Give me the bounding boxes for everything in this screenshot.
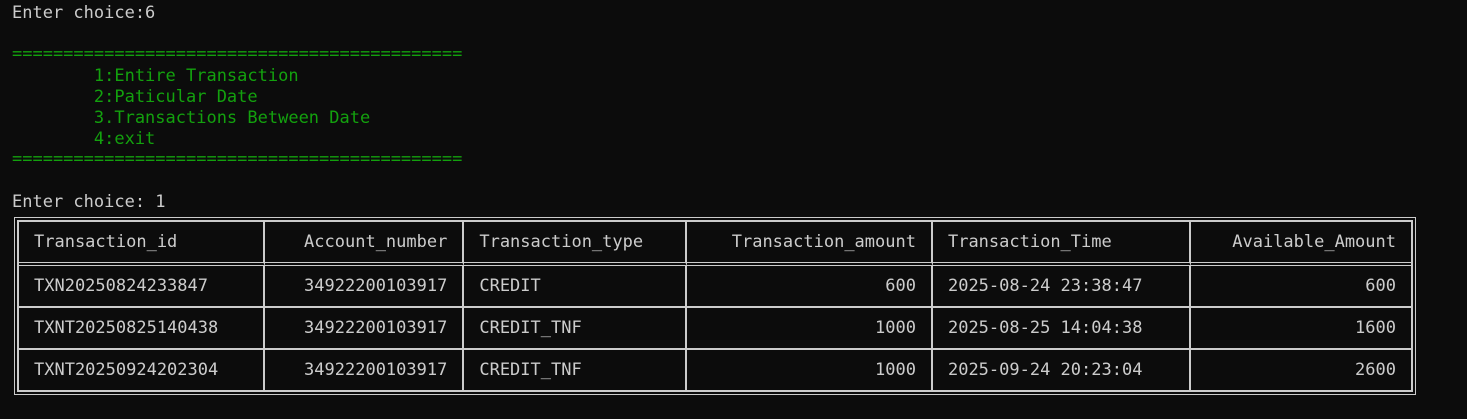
column-header: Transaction_type (464, 222, 688, 266)
table-header-row: Transaction_id Account_number Transactio… (19, 222, 1411, 266)
transaction-id-cell: TXNT20250825140438 (19, 308, 265, 350)
transaction-amount-cell: 1000 (687, 308, 933, 350)
transaction-amount-cell: 1000 (687, 350, 933, 390)
transaction-type-cell: CREDIT (464, 266, 688, 308)
column-header: Transaction_id (19, 222, 265, 266)
available-amount-cell: 2600 (1355, 360, 1396, 380)
transaction-type-cell: CREDIT_TNF (464, 308, 688, 350)
account-number-cell: 34922200103917 (264, 308, 465, 350)
transaction-id-cell: TXN20250824233847 (19, 266, 265, 308)
column-header: Available_Amount (1190, 222, 1411, 266)
table-row: TXN20250824233847 34922200103917 CREDIT … (19, 266, 1411, 308)
menu-separator-top: ========================================… (12, 44, 463, 64)
menu-item-particular-date: 2:Paticular Date (12, 87, 258, 107)
column-header: Account_number (264, 222, 465, 266)
account-number-cell: 34922200103917 (265, 350, 465, 390)
column-header: Transaction_amount (687, 222, 933, 266)
menu-item-entire-transaction: 1:Entire Transaction (12, 66, 299, 86)
menu-item-exit: 4:exit (12, 129, 156, 149)
available-amount-cell: 600 (1190, 266, 1411, 308)
transaction-time-cell: 2025-09-24 20:23:04 (933, 350, 1191, 390)
account-number-cell: 34922200103917 (264, 266, 465, 308)
menu-item-between-date: 3.Transactions Between Date (12, 108, 371, 128)
transactions-table: Transaction_id Account_number Transactio… (14, 217, 1416, 395)
table-row: TXNT20250825140438 34922200103917 CREDIT… (19, 308, 1411, 350)
prompt-line: Enter choice:6 (12, 3, 156, 23)
prompt-line-2: Enter choice: 1 (12, 192, 166, 212)
column-header: Transaction_Time (932, 222, 1191, 266)
table-row: TXNT20250924202304 34922200103917 CREDIT… (19, 350, 1411, 390)
menu-separator-bottom: ========================================… (12, 149, 463, 169)
transaction-id-cell: TXNT20250924202304 (19, 350, 265, 390)
available-amount-cell: 1600 (1190, 308, 1411, 350)
transaction-amount-cell: 600 (687, 266, 933, 308)
transaction-type-cell: CREDIT_TNF (464, 350, 688, 390)
transaction-time-cell: 2025-08-25 14:04:38 (932, 308, 1191, 350)
transaction-time-cell: 2025-08-24 23:38:47 (932, 266, 1191, 308)
